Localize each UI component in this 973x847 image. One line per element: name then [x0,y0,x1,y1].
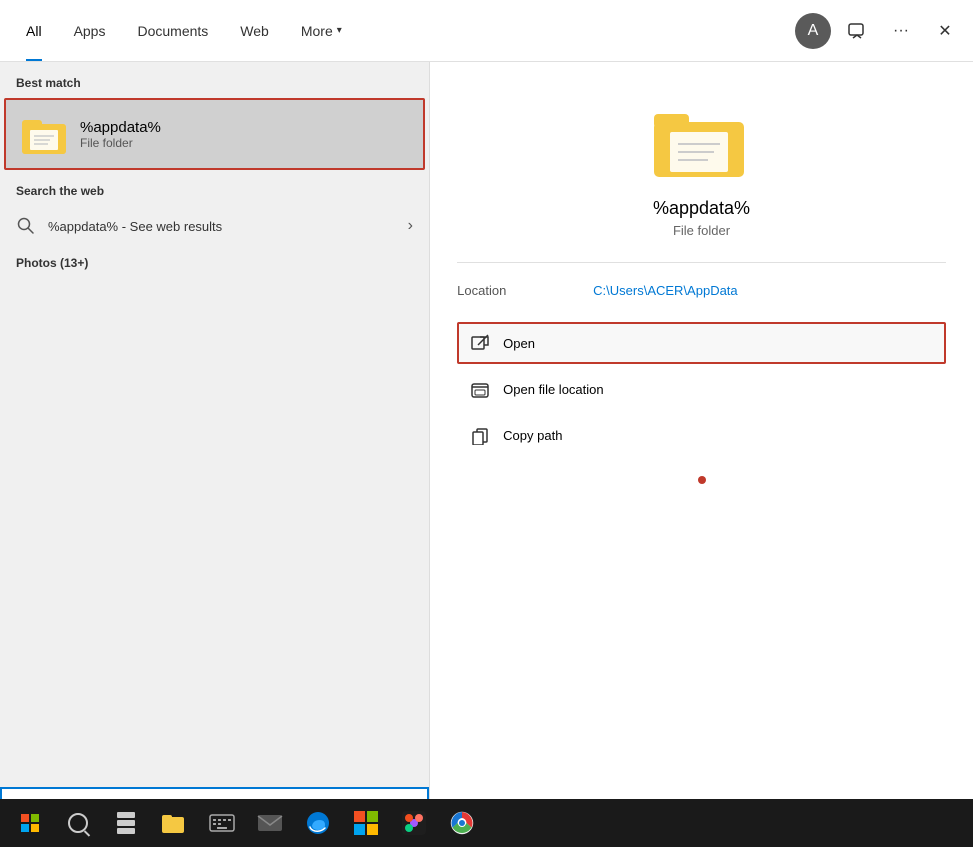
top-tabs-right: A ··· ✕ [795,13,963,49]
search-window: All Apps Documents Web More ▾ A [0,0,973,847]
tab-apps-label: Apps [74,23,106,39]
taskbar-mail-btn[interactable] [248,801,292,845]
taskbar-store-btn[interactable] [344,801,388,845]
open-file-location-icon [469,378,491,400]
avatar[interactable]: A [795,13,831,49]
right-panel: %appdata% File folder Location C:\Users\… [430,62,973,847]
taskbar-search-icon [68,813,88,833]
chat-icon-btn[interactable] [839,13,875,49]
figma-icon [401,810,427,836]
taskbar-chrome-btn[interactable] [440,801,484,845]
keyboard-icon [209,812,235,834]
taskbar-explorer-btn[interactable] [152,801,196,845]
tab-all[interactable]: All [10,0,58,61]
location-row: Location C:\Users\ACER\AppData [457,283,946,298]
tab-web-label: Web [240,23,269,39]
open-file-location-label: Open file location [503,382,603,397]
action-list: Open Open file location [457,322,946,456]
tab-more[interactable]: More ▾ [285,0,358,61]
best-match-text: %appdata% File folder [80,119,161,150]
search-web-label: Search the web [0,170,429,206]
tab-apps[interactable]: Apps [58,0,122,61]
red-dot-indicator [698,476,706,484]
open-icon [469,332,491,354]
chrome-icon [449,810,475,836]
tab-documents-label: Documents [137,23,208,39]
location-label: Location [457,283,577,298]
best-match-title: %appdata% [80,119,161,136]
explorer-icon [161,810,187,836]
tab-web[interactable]: Web [224,0,285,61]
more-options-btn[interactable]: ··· [883,13,919,49]
mail-icon [257,812,283,834]
taskbar [0,799,973,847]
best-match-item[interactable]: %appdata% File folder [4,98,425,170]
taskbar-taskview-btn[interactable] [104,801,148,845]
start-button[interactable] [8,801,52,845]
tab-documents[interactable]: Documents [121,0,224,61]
divider [457,262,946,263]
left-panel: Best match %appdata% File folder [0,62,430,847]
photos-label: Photos (13+) [0,246,429,278]
taskbar-keyboard-btn[interactable] [200,801,244,845]
open-file-location-button[interactable]: Open file location [457,368,946,410]
open-button[interactable]: Open [457,322,946,364]
taskbar-search-btn[interactable] [56,801,100,845]
web-search-icon [16,216,36,236]
taskview-icon [117,812,135,834]
edge-icon [305,810,331,836]
close-btn[interactable]: ✕ [927,13,963,49]
copy-path-icon [469,424,491,446]
folder-icon [20,110,68,158]
best-match-label: Best match [0,62,429,98]
location-value[interactable]: C:\Users\ACER\AppData [593,283,738,298]
top-tabs: All Apps Documents Web More ▾ A [0,0,973,62]
left-panel-spacer [0,278,429,787]
close-icon: ✕ [938,21,951,41]
avatar-letter: A [808,22,819,40]
best-match-subtitle: File folder [80,136,161,150]
taskbar-figma-btn[interactable] [392,801,436,845]
tab-all-label: All [26,23,42,39]
web-search-item[interactable]: %appdata% - See web results › [0,206,429,246]
content-area: Best match %appdata% File folder [0,62,973,847]
right-folder-subtitle: File folder [673,223,730,238]
folder-preview-icon [652,102,752,182]
arrow-right-icon: › [408,217,413,235]
open-label: Open [503,336,535,351]
taskbar-edge-btn[interactable] [296,801,340,845]
web-search-text: %appdata% - See web results [48,219,222,234]
copy-path-button[interactable]: Copy path [457,414,946,456]
tab-more-label: More [301,23,333,39]
copy-path-label: Copy path [503,428,562,443]
store-icon [353,810,379,836]
chevron-down-icon: ▾ [337,25,342,36]
right-folder-title: %appdata% [653,198,750,219]
more-options-label: ··· [893,22,909,40]
